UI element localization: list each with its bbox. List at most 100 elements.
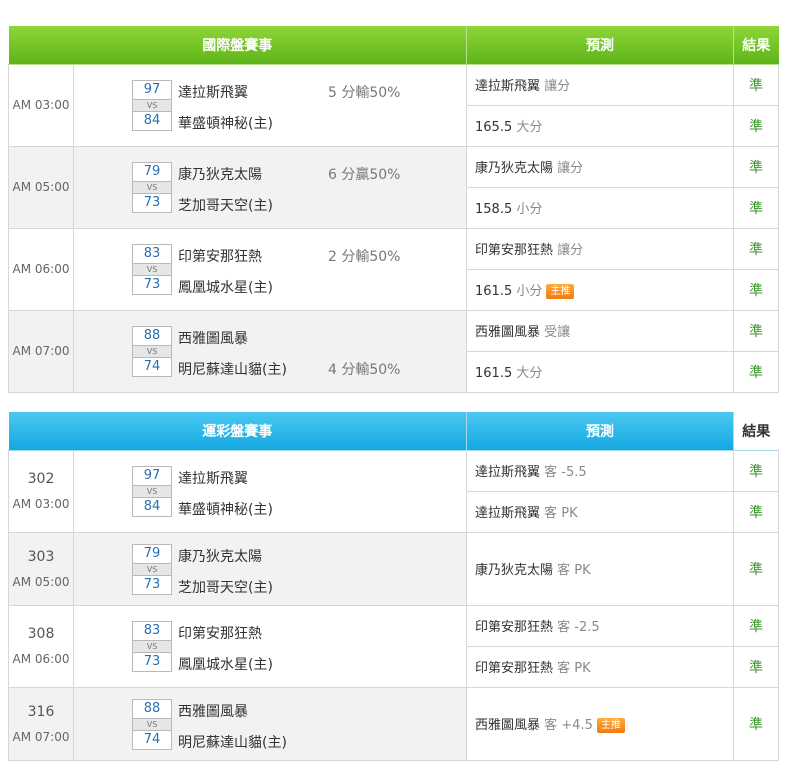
away-team: 達拉斯飛翼 — [178, 85, 248, 101]
matchup: 79 VS 73 康乃狄克太陽 芝加哥天空(主) 6 分贏50% — [74, 156, 466, 218]
prediction-pick: 165.5 — [475, 120, 513, 135]
away-team: 康乃狄克太陽 — [178, 167, 262, 183]
home-score: 73 — [132, 574, 172, 595]
game-time-cell: 303 AM 05:00 — [8, 531, 74, 606]
home-team: 芝加哥天空(主) — [178, 579, 273, 596]
handicap-result: 4 分輸50% — [328, 362, 401, 378]
international-odds-table: 國際盤賽事 預測 結果 AM 03:00 97 VS 84 達拉斯飛翼 華盛頓神秘(主) 5… — [8, 26, 779, 393]
away-score: 88 — [132, 326, 172, 346]
handicap-result: 5 分輸50% — [328, 85, 401, 101]
matchup: 88 VS 74 西雅圖風暴 明尼蘇達山貓(主) — [74, 693, 466, 755]
prediction-cell: 印第安那狂熱 客 PK — [466, 645, 734, 688]
lottery-header-row: 運彩盤賽事 預測 結果 — [8, 412, 779, 451]
away-team: 康乃狄克太陽 — [178, 548, 262, 565]
game-number: 308 — [27, 626, 55, 642]
game-time-cell: AM 05:00 — [8, 145, 74, 229]
away-team: 西雅圖風暴 — [178, 331, 248, 347]
result-cell: 準 — [733, 227, 779, 270]
result-cell: 準 — [733, 531, 779, 606]
matchup: 83 VS 73 印第安那狂熱 鳳凰城水星(主) — [74, 615, 466, 677]
lottery-match-header: 運彩盤賽事 — [8, 412, 467, 451]
game-time: AM 05:00 — [12, 574, 70, 589]
prediction-type: 客 -2.5 — [557, 620, 600, 635]
matchup: 97 VS 84 達拉斯飛翼 華盛頓神秘(主) 5 分輸50% — [74, 74, 466, 136]
game-time: AM 03:00 — [12, 98, 70, 112]
vs-divider: VS — [132, 563, 172, 575]
prediction-type: 讓分 — [557, 161, 584, 176]
matchup-cell: 79 VS 73 康乃狄克太陽 芝加哥天空(主) 6 分贏50% — [73, 145, 467, 229]
prediction-cell: 165.5 大分 — [466, 104, 734, 147]
featured-pick-badge: 主推 — [596, 718, 625, 733]
home-score: 74 — [132, 357, 172, 377]
game-number: 303 — [27, 548, 55, 565]
result-header: 結果 — [733, 26, 779, 65]
matchup: 79 VS 73 康乃狄克太陽 芝加哥天空(主) — [74, 538, 466, 600]
prediction-pick: 158.5 — [475, 202, 513, 217]
prediction-cell: 161.5 小分 主推 — [466, 268, 734, 311]
prediction-cell: 西雅圖風暴 受讓 — [466, 309, 734, 352]
away-score: 83 — [132, 244, 172, 264]
game-time-cell: 308 AM 06:00 — [8, 604, 74, 688]
game-time: AM 05:00 — [12, 180, 70, 194]
away-score: 83 — [132, 621, 172, 641]
away-score: 79 — [132, 162, 172, 182]
game-time-cell: AM 07:00 — [8, 309, 74, 393]
game-row: AM 03:00 97 VS 84 達拉斯飛翼 華盛頓神秘(主) 5 分輸50% 達拉斯飛翼 … — [8, 63, 779, 147]
prediction-cell: 達拉斯飛翼 讓分 — [466, 63, 734, 106]
prediction-header: 預測 — [466, 412, 734, 451]
home-team: 明尼蘇達山貓(主) — [178, 362, 287, 378]
prediction-cell: 158.5 小分 — [466, 186, 734, 229]
prediction-type: 受讓 — [544, 325, 571, 340]
prediction-pick: 印第安那狂熱 — [475, 243, 554, 258]
matchup-cell: 97 VS 84 達拉斯飛翼 華盛頓神秘(主) — [73, 449, 467, 533]
home-score: 73 — [132, 652, 172, 672]
away-score: 97 — [132, 80, 172, 100]
prediction-cell: 印第安那狂熱 讓分 — [466, 227, 734, 270]
away-score: 88 — [132, 698, 172, 719]
prediction-pick: 達拉斯飛翼 — [475, 79, 541, 94]
away-score: 97 — [132, 466, 172, 486]
away-team: 達拉斯飛翼 — [178, 471, 248, 487]
game-row: 303 AM 05:00 79 VS 73 康乃狄克太陽 芝加哥天空(主) 康乃狄克太陽 客 … — [8, 531, 779, 606]
home-team: 鳳凰城水星(主) — [178, 657, 273, 673]
prediction-pick: 印第安那狂熱 — [475, 620, 554, 635]
prediction-cell: 康乃狄克太陽 客 PK — [466, 531, 734, 606]
result-cell: 準 — [733, 104, 779, 147]
prediction-type: 客 +4.5 — [544, 718, 593, 733]
prediction-pick: 161.5 — [475, 366, 513, 381]
vs-divider: VS — [132, 346, 172, 357]
game-row: 316 AM 07:00 88 VS 74 西雅圖風暴 明尼蘇達山貓(主) 西雅圖風暴 客 +… — [8, 686, 779, 761]
vs-divider: VS — [132, 182, 172, 193]
home-score: 84 — [132, 497, 172, 517]
result-cell: 準 — [733, 145, 779, 188]
home-team: 明尼蘇達山貓(主) — [178, 734, 287, 751]
away-team: 印第安那狂熱 — [178, 626, 262, 642]
matchup-cell: 88 VS 74 西雅圖風暴 明尼蘇達山貓(主) — [73, 686, 467, 761]
prediction-cell: 161.5 大分 — [466, 350, 734, 393]
matchup-cell: 83 VS 73 印第安那狂熱 鳳凰城水星(主) — [73, 604, 467, 688]
prediction-type: 大分 — [516, 120, 543, 135]
game-number: 316 — [27, 703, 55, 720]
prediction-type: 讓分 — [557, 243, 584, 258]
featured-pick-badge: 主推 — [546, 284, 575, 299]
home-score: 73 — [132, 275, 172, 295]
prediction-type: 客 -5.5 — [544, 465, 587, 480]
prediction-pick: 康乃狄克太陽 — [475, 563, 554, 578]
international-match-header: 國際盤賽事 — [8, 26, 467, 65]
home-score: 74 — [132, 729, 172, 750]
prediction-type: 客 PK — [557, 661, 591, 676]
prediction-pick: 達拉斯飛翼 — [475, 506, 541, 521]
result-cell: 準 — [733, 490, 779, 533]
result-cell: 準 — [733, 449, 779, 492]
prediction-type: 小分 — [516, 284, 543, 299]
home-team: 華盛頓神秘(主) — [178, 502, 273, 518]
game-number: 302 — [27, 471, 55, 487]
prediction-type: 小分 — [516, 202, 543, 217]
home-team: 鳳凰城水星(主) — [178, 280, 273, 296]
prediction-cell: 印第安那狂熱 客 -2.5 — [466, 604, 734, 647]
matchup-cell: 79 VS 73 康乃狄克太陽 芝加哥天空(主) — [73, 531, 467, 606]
result-cell: 準 — [733, 63, 779, 106]
matchup: 97 VS 84 達拉斯飛翼 華盛頓神秘(主) — [74, 460, 466, 522]
prediction-type: 客 PK — [557, 563, 591, 578]
prediction-cell: 康乃狄克太陽 讓分 — [466, 145, 734, 188]
